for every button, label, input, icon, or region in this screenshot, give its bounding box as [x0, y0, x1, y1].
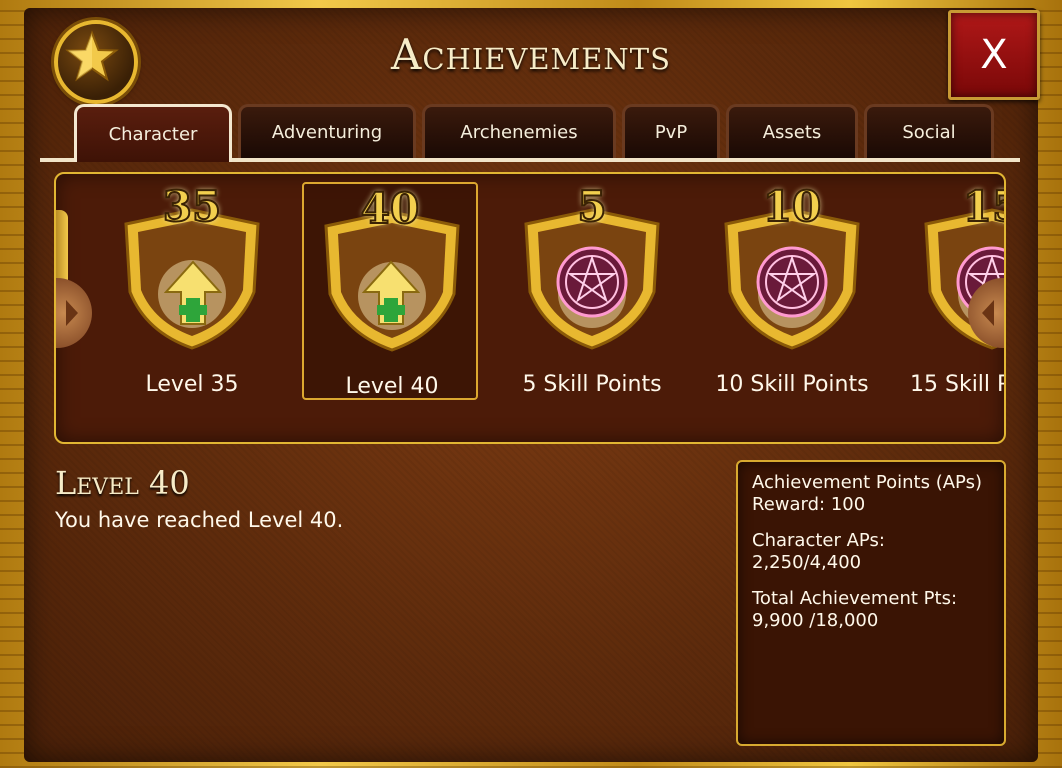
chevron-left-icon: [982, 300, 994, 326]
achievement-label: 5 Skill Points: [522, 372, 662, 397]
achievement-carousel: 35 Level 35 40 Level 40 5 5 Skill Points: [54, 172, 1006, 444]
tab-pvp[interactable]: PvP: [622, 104, 720, 158]
badge-number: 5: [576, 181, 607, 232]
tab-archenemies[interactable]: Archenemies: [422, 104, 616, 158]
badge-number: 35: [162, 181, 222, 232]
character-aps: Character APs: 2,250/4,400: [752, 530, 885, 573]
selected-achievement-title: Level 40: [55, 464, 190, 502]
tab-adventuring[interactable]: Adventuring: [238, 104, 416, 158]
achievement-label: 15 Skill Points: [910, 372, 1004, 397]
tab-social[interactable]: Social: [864, 104, 994, 158]
achievement-stats-box: Achievement Points (APs) Reward: 100 Cha…: [736, 460, 1006, 746]
achievement-label: 10 Skill Points: [715, 372, 869, 397]
badge-number: 40: [360, 183, 420, 234]
total-achievement-points: Total Achievement Pts: 9,900 /18,000: [752, 588, 958, 631]
achievement-5-skill-points[interactable]: 5 5 Skill Points: [504, 181, 680, 400]
badge-number: 15: [962, 182, 1004, 232]
reward-points: Achievement Points (APs) Reward: 100: [752, 472, 982, 515]
skill-pentagram-icon: [556, 246, 628, 318]
close-button[interactable]: X: [948, 10, 1040, 100]
skill-pentagram-icon: [756, 246, 828, 318]
achievement-level-35[interactable]: 35 Level 35: [104, 181, 280, 400]
scroll-left-button[interactable]: [56, 278, 92, 348]
tab-character[interactable]: Character: [74, 104, 232, 162]
achievement-10-skill-points[interactable]: 10 10 Skill Points: [704, 181, 880, 400]
tab-assets[interactable]: Assets: [726, 104, 858, 158]
achievement-label: Level 35: [145, 372, 239, 397]
level-up-arrow-icon: [362, 260, 420, 325]
achievement-level-40[interactable]: 40 Level 40: [302, 182, 478, 400]
achievement-label: Level 40: [345, 374, 439, 399]
badge-number: 10: [762, 181, 822, 232]
selected-achievement-description: You have reached Level 40.: [55, 508, 344, 532]
chevron-right-icon: [66, 300, 78, 326]
window-title: Achievements: [391, 30, 671, 79]
level-up-arrow-icon: [164, 260, 222, 325]
